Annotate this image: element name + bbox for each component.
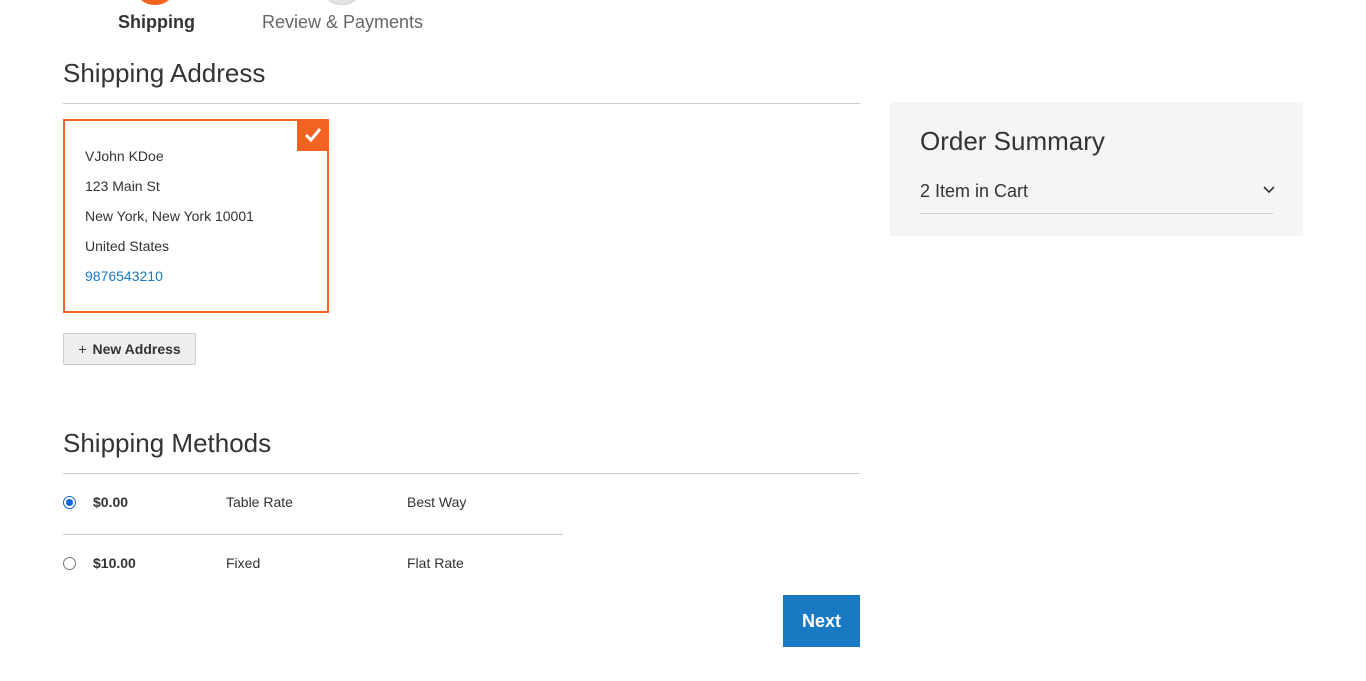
order-summary: Order Summary 2 Item in Cart — [890, 102, 1303, 236]
method-carrier: Flat Rate — [407, 555, 464, 571]
shipping-address-divider — [63, 103, 860, 104]
chevron-down-icon[interactable] — [1262, 183, 1276, 197]
new-address-label: New Address — [92, 341, 181, 357]
address-city: New York, New York 10001 — [85, 208, 254, 224]
new-address-button[interactable]: + New Address — [63, 333, 196, 365]
method-price: $0.00 — [93, 494, 129, 510]
method-row-divider — [63, 534, 563, 535]
address-country: United States — [85, 238, 170, 254]
shipping-method-radio[interactable] — [63, 557, 76, 570]
order-summary-title: Order Summary — [920, 126, 1105, 156]
shipping-address-title: Shipping Address — [63, 58, 266, 88]
shipping-method-row[interactable]: $10.00 Fixed Flat Rate — [63, 544, 563, 584]
step-shipping-label: Shipping — [118, 12, 195, 32]
selected-address-card[interactable]: VJohn KDoe 123 Main St New York, New Yor… — [63, 119, 329, 313]
method-title: Table Rate — [226, 494, 293, 510]
method-title: Fixed — [226, 555, 261, 571]
cart-items-toggle[interactable]: 2 Item in Cart — [920, 181, 1028, 202]
shipping-methods-title: Shipping Methods — [63, 428, 272, 458]
step-review-label: Review & Payments — [262, 12, 424, 32]
next-button[interactable]: Next — [783, 595, 860, 647]
step-review-indicator — [323, 0, 361, 5]
method-price: $10.00 — [93, 555, 136, 571]
order-summary-divider — [920, 213, 1273, 214]
address-phone-link[interactable]: 9876543210 — [85, 268, 163, 284]
address-name: VJohn KDoe — [85, 148, 164, 164]
plus-icon: + — [78, 341, 87, 357]
checkmark-icon — [304, 128, 322, 143]
shipping-method-radio[interactable] — [63, 496, 76, 509]
method-carrier: Best Way — [407, 494, 467, 510]
step-shipping-indicator — [136, 0, 174, 5]
shipping-methods-divider — [63, 473, 860, 474]
selected-checkmark — [297, 119, 329, 151]
address-street: 123 Main St — [85, 178, 160, 194]
shipping-method-row[interactable]: $0.00 Table Rate Best Way — [63, 483, 563, 523]
